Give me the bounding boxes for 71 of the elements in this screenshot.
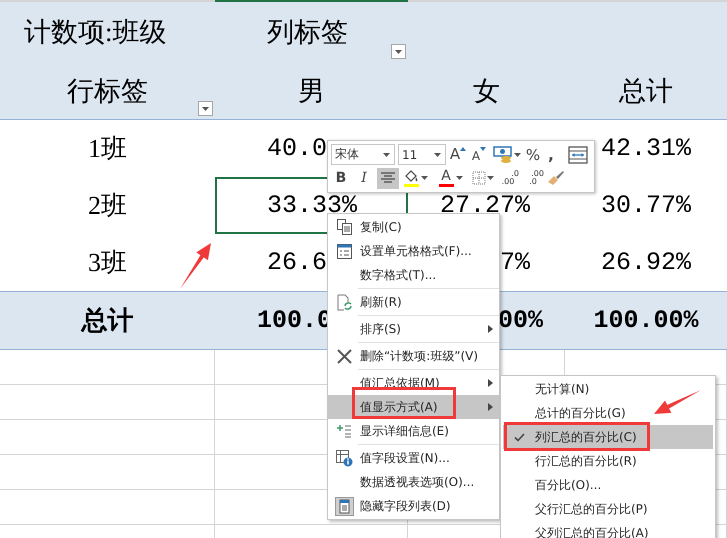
caret-icon[interactable] — [487, 176, 494, 180]
menu-item[interactable]: 数据透视表选项(O)... — [328, 470, 499, 494]
field-settings-icon — [336, 450, 352, 466]
font-dropdown[interactable]: 宋体 — [331, 144, 395, 166]
menu-item[interactable]: 排序(S) — [328, 317, 499, 341]
row-header: 2班 — [88, 190, 127, 222]
align-center-button[interactable] — [377, 168, 399, 189]
menu-item[interactable]: 总计的百分比(G) — [503, 401, 713, 425]
refresh-icon — [336, 294, 352, 310]
menu-item[interactable]: 数字格式(T)... — [328, 263, 499, 287]
menu-item[interactable]: 隐藏字段列表(D) — [328, 494, 499, 518]
down-triangle-icon — [480, 147, 486, 152]
column-width-icon[interactable] — [568, 146, 588, 164]
show-details-icon — [336, 424, 352, 438]
table-cell: 7% — [500, 248, 530, 277]
table-cell: 42.31% — [600, 134, 691, 163]
decrease-decimal-button[interactable]: .00 .0 — [522, 168, 544, 189]
caret-icon — [434, 152, 441, 157]
menu-item[interactable]: 无计算(N) — [503, 377, 713, 401]
table-cell: 26.6 — [267, 248, 328, 277]
shrink-font-button[interactable]: A — [470, 144, 488, 166]
italic-button[interactable]: I — [354, 168, 374, 189]
copy-icon — [336, 219, 352, 235]
table-cell: 26.92% — [600, 248, 691, 277]
column-header: 男 — [298, 74, 325, 108]
paintbrush-icon[interactable] — [547, 170, 565, 186]
fill-color-button[interactable] — [402, 168, 420, 189]
table-cell: 100.00% — [593, 306, 699, 335]
column-label: 列标签 — [267, 16, 348, 49]
column-header: 女 — [473, 74, 500, 108]
grow-font-button[interactable]: A — [449, 144, 467, 166]
row-header: 1班 — [88, 133, 127, 165]
font-color-button[interactable]: A — [437, 168, 455, 189]
menu-item[interactable]: 刷新(R) — [328, 290, 499, 314]
caret-icon[interactable] — [456, 176, 463, 180]
delete-icon — [336, 348, 352, 364]
menu-item[interactable]: 父行汇总的百分比(P) — [503, 497, 713, 521]
menu-item[interactable]: 百分比(O)... — [503, 473, 713, 497]
caret-icon — [383, 152, 390, 157]
format-cells-icon — [336, 244, 352, 258]
filter-dropdown-icon[interactable] — [198, 101, 213, 116]
paint-bucket-icon — [403, 170, 419, 183]
table-cell: 40.0 — [267, 134, 328, 163]
field-list-icon — [334, 496, 354, 516]
percent-button[interactable]: % — [524, 144, 542, 166]
font-size-dropdown[interactable]: 11 — [398, 144, 446, 166]
table-cell: 30.77% — [600, 191, 691, 220]
menu-item[interactable]: 行汇总的百分比(R) — [503, 449, 713, 473]
column-header: 总计 — [619, 74, 673, 108]
caret-icon[interactable] — [421, 176, 428, 180]
up-triangle-icon — [460, 147, 466, 152]
filter-dropdown-icon[interactable] — [391, 44, 406, 59]
menu-item[interactable]: 值字段设置(N)... — [328, 446, 499, 470]
menu-item[interactable]: 显示详细信息(E) — [328, 419, 499, 443]
total-label: 总计 — [82, 305, 134, 337]
row-label: 行标签 — [67, 74, 148, 108]
borders-icon[interactable] — [472, 171, 486, 186]
row-header: 3班 — [88, 247, 127, 279]
table-cell: 00% — [498, 306, 543, 335]
value-field-label: 计数项:班级 — [24, 16, 167, 49]
menu-item[interactable]: 删除“计数项:班级”(V) — [328, 344, 499, 368]
align-center-icon — [381, 172, 395, 184]
accounting-format-icon[interactable] — [493, 146, 513, 164]
caret-icon[interactable] — [514, 152, 521, 157]
bold-button[interactable]: B — [331, 168, 351, 189]
comma-button[interactable]: , — [545, 144, 557, 166]
menu-item[interactable]: 设置单元格格式(F)... — [328, 239, 499, 263]
menu-item[interactable]: 列汇总的百分比(C) — [503, 425, 713, 449]
annotation-arrow — [654, 390, 701, 414]
increase-decimal-button[interactable]: .0 .00 — [497, 168, 519, 189]
annotation-arrow — [180, 243, 211, 289]
